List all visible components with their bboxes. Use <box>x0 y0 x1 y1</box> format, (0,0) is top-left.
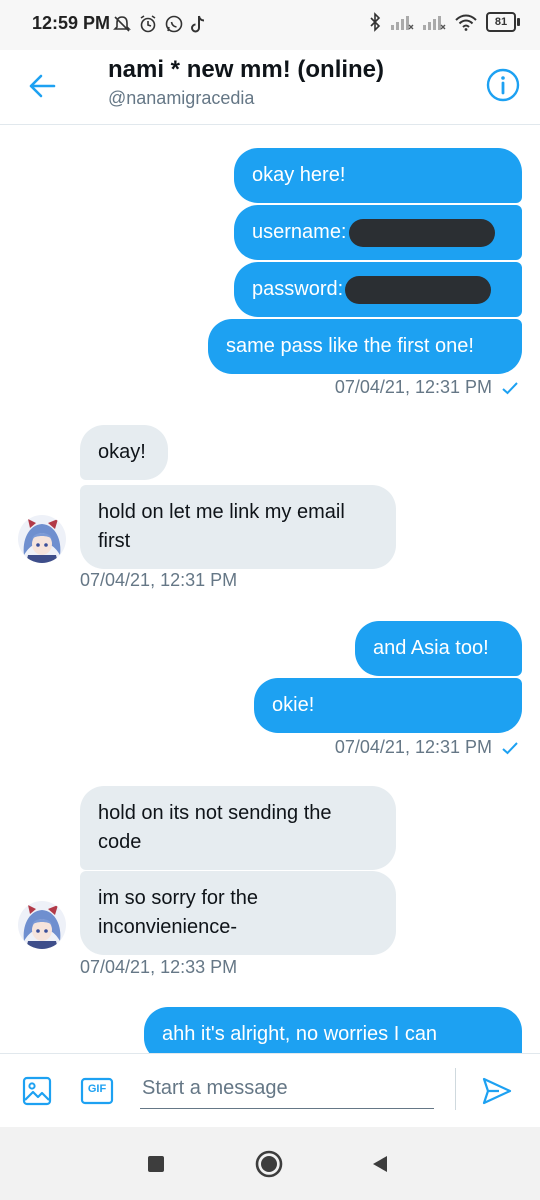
message-text: code <box>98 831 142 853</box>
add-photo-button[interactable] <box>20 1074 54 1108</box>
message-bubble-incoming[interactable]: im so sorry for the inconvienience- <box>80 871 396 955</box>
info-icon <box>486 68 520 102</box>
sent-check-icon <box>502 381 518 394</box>
bluetooth-icon <box>368 12 382 32</box>
signal-icon <box>390 13 414 31</box>
message-bubble-outgoing[interactable]: okie! <box>254 678 522 733</box>
conversation-handle[interactable]: @nanamigracedia <box>108 88 254 109</box>
square-icon <box>148 1156 164 1172</box>
message-timestamp: 07/04/21, 12:31 PM <box>80 570 238 590</box>
message-bubble-outgoing[interactable]: username: <box>234 205 522 260</box>
gif-label: GIF <box>87 1083 107 1095</box>
image-icon <box>22 1076 52 1106</box>
conversation-title[interactable]: nami * new mm! (online) <box>108 56 384 84</box>
system-back-button[interactable] <box>365 1149 395 1179</box>
message-text: password: <box>252 278 344 300</box>
status-time: 12:59 PM <box>32 13 111 33</box>
message-bubble-outgoing[interactable]: same pass like the first one! <box>208 319 522 374</box>
home-circle-icon <box>255 1150 283 1178</box>
message-bubble-outgoing[interactable]: password: <box>234 262 522 317</box>
system-navigation-bar <box>0 1127 540 1200</box>
send-button[interactable] <box>480 1074 514 1108</box>
tiktok-icon <box>190 14 208 34</box>
signal-icon-2 <box>422 13 446 31</box>
message-text: hold on its not sending the <box>98 802 332 824</box>
message-timestamp: 07/04/21, 12:33 PM <box>80 957 238 977</box>
message-bubble-incoming[interactable]: hold on its not sending the code <box>80 786 396 870</box>
battery-indicator: 81 <box>486 12 520 32</box>
wifi-icon <box>454 13 478 31</box>
message-timestamp: 07/04/21, 12:31 PM <box>335 737 518 758</box>
avatar[interactable] <box>18 901 66 949</box>
message-text: okay! <box>98 441 146 463</box>
avatar-image <box>18 515 66 563</box>
recents-button[interactable] <box>141 1149 171 1179</box>
message-list[interactable]: okay here! username: password: same pass… <box>0 125 540 1053</box>
triangle-back-icon <box>373 1156 387 1172</box>
home-button[interactable] <box>254 1149 284 1179</box>
redaction-bar <box>348 218 495 247</box>
conversation-info-button[interactable] <box>484 66 522 104</box>
redaction-bar <box>345 275 492 304</box>
mute-bell-icon <box>112 14 132 34</box>
composer-divider <box>455 1068 456 1110</box>
message-composer: GIF <box>0 1053 540 1128</box>
message-text: first <box>98 530 131 552</box>
whatsapp-icon <box>164 14 184 34</box>
message-bubble-outgoing[interactable]: okay here! <box>234 148 522 203</box>
message-text: and Asia too! <box>373 637 489 659</box>
message-text: okay here! <box>252 164 346 186</box>
message-text: im so sorry for the <box>98 887 259 909</box>
alarm-icon <box>138 14 158 34</box>
message-text: okie! <box>272 694 315 716</box>
back-arrow-icon <box>29 74 56 98</box>
message-input[interactable] <box>140 1068 434 1109</box>
message-text: username: <box>252 221 347 243</box>
avatar[interactable] <box>18 515 66 563</box>
send-icon <box>482 1077 512 1105</box>
message-timestamp: 07/04/21, 12:31 PM <box>335 377 518 398</box>
back-button[interactable] <box>22 66 62 106</box>
message-bubble-incoming[interactable]: okay! <box>80 425 168 480</box>
message-text: same pass like the first one! <box>226 335 474 357</box>
message-text: ahh it's alright, no worries I can <box>162 1023 438 1045</box>
avatar-image <box>18 901 66 949</box>
message-bubble-outgoing[interactable]: ahh it's alright, no worries I can <box>144 1007 522 1053</box>
status-bar: 12:59 PM 81 <box>0 0 540 50</box>
message-text: inconvienience- <box>98 916 237 938</box>
conversation-header: nami * new mm! (online) @nanamigracedia <box>0 50 540 125</box>
add-gif-button[interactable]: GIF <box>80 1074 114 1108</box>
sent-check-icon <box>502 741 518 754</box>
message-bubble-incoming[interactable]: hold on let me link my email first <box>80 485 396 569</box>
message-text: hold on let me link my email <box>98 501 345 523</box>
message-bubble-outgoing[interactable]: and Asia too! <box>355 621 522 676</box>
